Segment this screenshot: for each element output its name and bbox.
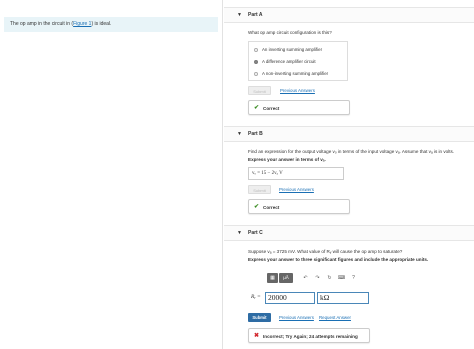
units-input[interactable]: kΩ [317, 292, 369, 304]
help-icon[interactable]: ? [348, 273, 359, 283]
panel-divider [222, 0, 223, 349]
problem-suffix: ) is ideal. [91, 21, 112, 27]
checkmark-icon: ✔ [254, 105, 260, 111]
choice-label: A difference amplifier circuit [262, 59, 316, 64]
radio-button-selected[interactable] [254, 59, 258, 64]
part-b-instruction: Express your answer in terms of vₐ. [248, 157, 326, 162]
feedback-correct: ✔ Correct [248, 100, 350, 115]
problem-panel: The op amp in the circuit in (Figure 1) … [0, 0, 219, 349]
feedback-correct: ✔ Correct [248, 199, 350, 214]
problem-statement: The op amp in the circuit in (Figure 1) … [4, 17, 218, 32]
answer-display[interactable]: vₒ = 15 − 2vₐ V [248, 167, 344, 180]
submit-button[interactable]: Submit [248, 86, 271, 95]
undo-icon[interactable]: ↶ [300, 273, 311, 283]
choice-label: A non-inverting summing amplifier [262, 71, 329, 76]
previous-answers-link[interactable]: Previous Answers [280, 88, 315, 93]
part-c-question: Suppose vₐ = 3725 mV. What value of Rᵧ w… [248, 249, 403, 254]
redo-icon[interactable]: ↷ [312, 273, 323, 283]
parts-panel: ▼ Part A What op amp circuit configurati… [224, 0, 474, 349]
feedback-text: Incorrect; Try Again; 24 attempts remain… [263, 334, 358, 339]
collapse-arrow-icon[interactable]: ▼ [237, 131, 242, 137]
checkmark-icon: ✔ [254, 204, 260, 210]
collapse-arrow-icon[interactable]: ▼ [237, 12, 242, 18]
value-input[interactable]: 20000 [265, 292, 315, 304]
part-b-title: Part B [248, 131, 263, 137]
choice-list: An inverting summing amplifier A differe… [248, 41, 348, 81]
choice-label: An inverting summing amplifier [262, 47, 323, 52]
keyboard-icon[interactable]: ⌨ [336, 273, 347, 283]
request-answer-link[interactable]: Request Answer [319, 315, 351, 320]
previous-answers-link[interactable]: Previous Answers [279, 187, 314, 192]
templates-icon[interactable]: ▦ [267, 273, 278, 283]
part-a-question: What op amp circuit configuration is thi… [248, 30, 332, 35]
problem-prefix: The op amp in the circuit in ( [10, 21, 74, 27]
part-c-title: Part C [248, 230, 263, 236]
part-a-header[interactable]: ▼ Part A [224, 7, 474, 23]
variable-label: Rᵧ = [251, 294, 261, 300]
choice-item[interactable]: A non-inverting summing amplifier [254, 71, 328, 76]
choice-item[interactable]: A difference amplifier circuit [254, 59, 316, 64]
choice-item[interactable]: An inverting summing amplifier [254, 47, 322, 52]
reset-icon[interactable]: ↻ [324, 273, 335, 283]
feedback-text: Correct [263, 205, 280, 210]
part-c-instruction: Express your answer to three significant… [248, 257, 429, 262]
part-c-header[interactable]: ▼ Part C [224, 225, 474, 241]
units-button[interactable]: μÅ [279, 273, 293, 283]
part-b-header[interactable]: ▼ Part B [224, 126, 474, 142]
feedback-incorrect: ✖ Incorrect; Try Again; 24 attempts rema… [248, 328, 370, 343]
submit-button[interactable]: Submit [248, 185, 271, 194]
feedback-text: Correct [263, 106, 280, 111]
part-a-title: Part A [248, 12, 263, 18]
radio-button[interactable] [254, 71, 258, 76]
part-b-question: Find an expression for the output voltag… [248, 149, 455, 154]
x-mark-icon: ✖ [254, 333, 260, 339]
radio-button[interactable] [254, 47, 258, 52]
submit-button[interactable]: Submit [248, 313, 271, 322]
previous-answers-link[interactable]: Previous Answers [279, 315, 314, 320]
figure-link[interactable]: Figure 1 [73, 21, 91, 27]
collapse-arrow-icon[interactable]: ▼ [237, 230, 242, 236]
